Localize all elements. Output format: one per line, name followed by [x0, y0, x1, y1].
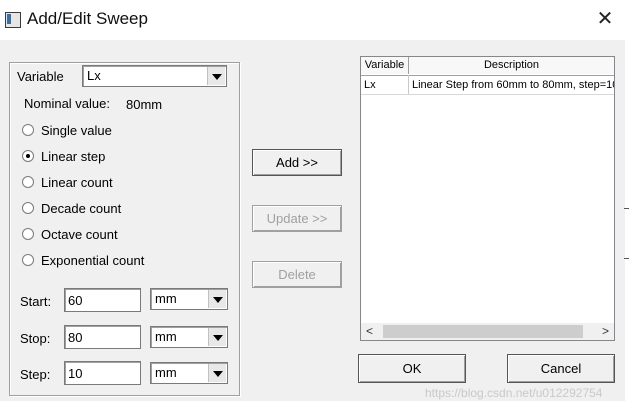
scrollbar-thumb[interactable] — [383, 325, 583, 338]
radio-label-linear-step[interactable]: Linear step — [41, 149, 105, 164]
radio-label-decade-count[interactable]: Decade count — [41, 201, 121, 216]
cell-variable[interactable]: Lx — [364, 76, 406, 94]
radio-label-exponential-count[interactable]: Exponential count — [41, 253, 144, 268]
chevron-down-icon[interactable] — [208, 364, 226, 382]
list-header: Variable Description — [361, 57, 614, 76]
radio-single-value[interactable] — [22, 124, 34, 136]
nominal-value: 80mm — [126, 97, 163, 112]
stop-unit-value: mm — [155, 329, 177, 344]
column-header-description[interactable]: Description — [409, 57, 614, 74]
stop-input[interactable] — [64, 325, 141, 349]
start-unit-select[interactable]: mm — [150, 288, 228, 310]
radio-octave-count[interactable] — [22, 228, 34, 240]
chevron-down-icon[interactable] — [208, 290, 226, 308]
window-edge — [0, 401, 629, 413]
radio-linear-step[interactable] — [22, 150, 34, 162]
window-title: Add/Edit Sweep — [27, 9, 148, 28]
sweep-list[interactable]: Variable Description Lx Linear Step from… — [360, 56, 615, 341]
horizontal-scrollbar[interactable]: < > — [361, 323, 614, 340]
step-input[interactable] — [64, 361, 141, 385]
column-divider — [408, 75, 409, 94]
step-label: Step: — [20, 367, 51, 382]
watermark: https://blog.csdn.net/u012292754 — [425, 386, 603, 400]
nominal-value-label: Nominal value: — [24, 96, 110, 111]
step-unit-value: mm — [155, 365, 177, 380]
cancel-button[interactable]: Cancel — [507, 354, 615, 383]
scroll-left-icon[interactable]: < — [361, 323, 378, 340]
delete-button[interactable]: Delete — [252, 261, 342, 288]
variable-select-value: Lx — [87, 68, 101, 83]
window-edge — [625, 40, 629, 413]
start-input[interactable] — [64, 288, 141, 312]
edge-mark — [624, 258, 629, 259]
step-unit-select[interactable]: mm — [150, 362, 228, 384]
radio-decade-count[interactable] — [22, 202, 34, 214]
variable-label: Variable — [17, 69, 64, 84]
window-icon — [5, 12, 21, 28]
stop-unit-select[interactable]: mm — [150, 326, 228, 348]
column-header-variable[interactable]: Variable — [361, 57, 409, 74]
radio-label-single-value[interactable]: Single value — [41, 123, 112, 138]
stop-label: Stop: — [20, 331, 51, 346]
cell-description[interactable]: Linear Step from 60mm to 80mm, step=10mm — [412, 76, 614, 94]
update-button[interactable]: Update >> — [252, 205, 342, 232]
close-icon[interactable]: ✕ — [594, 8, 616, 30]
radio-linear-count[interactable] — [22, 176, 34, 188]
radio-label-octave-count[interactable]: Octave count — [41, 227, 118, 242]
scroll-right-icon[interactable]: > — [597, 323, 614, 340]
start-unit-value: mm — [155, 291, 177, 306]
radio-label-linear-count[interactable]: Linear count — [41, 175, 113, 190]
edge-mark — [624, 208, 629, 209]
chevron-down-icon[interactable] — [208, 328, 226, 346]
variable-select[interactable]: Lx — [82, 65, 227, 87]
ok-button[interactable]: OK — [358, 354, 466, 383]
add-button[interactable]: Add >> — [252, 149, 342, 176]
radio-exponential-count[interactable] — [22, 254, 34, 266]
row-divider — [361, 94, 614, 95]
start-label: Start: — [20, 294, 52, 309]
chevron-down-icon[interactable] — [207, 67, 225, 85]
